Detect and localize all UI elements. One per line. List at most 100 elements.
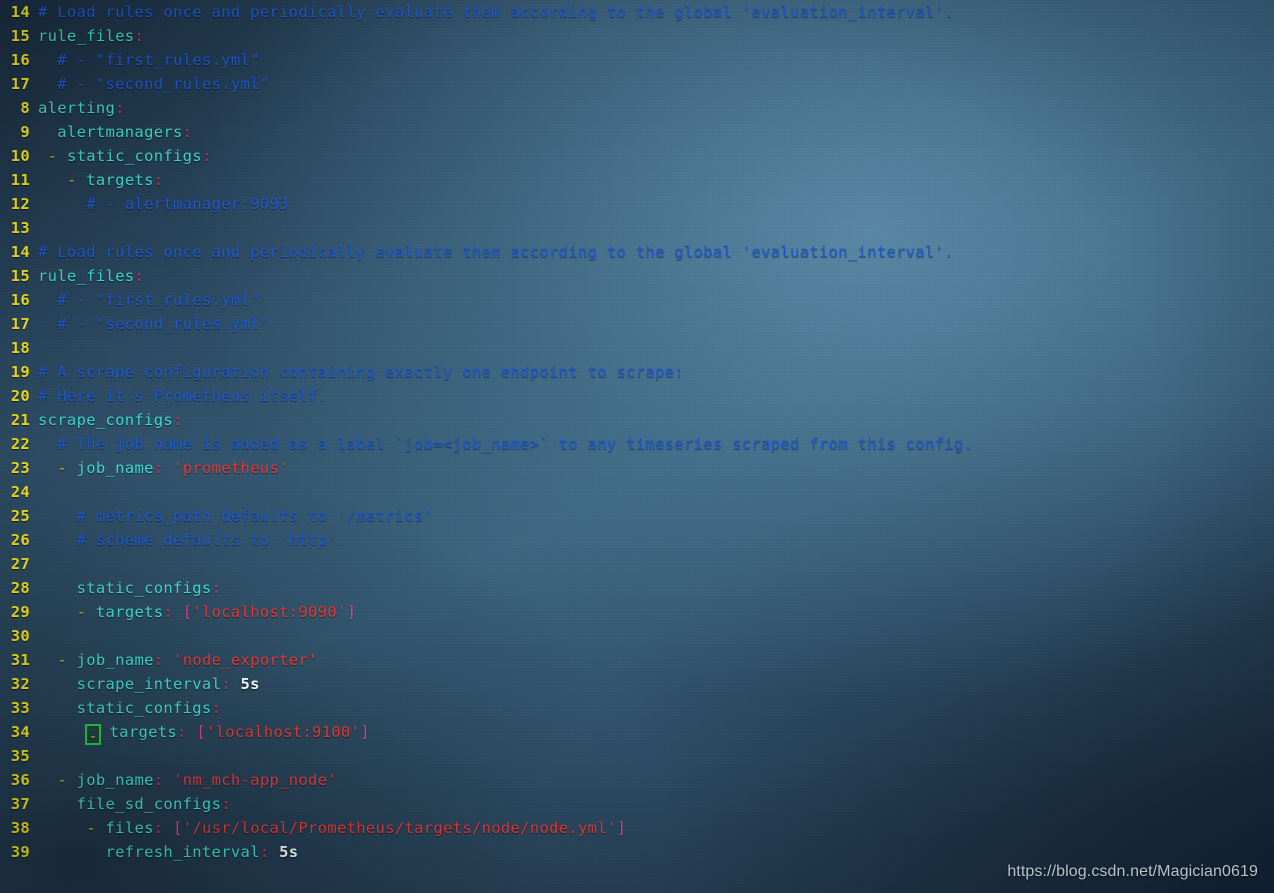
code-line[interactable]: 27: [0, 552, 1274, 576]
code-line-content: # - "second_rules.yml": [30, 75, 269, 93]
code-line-content: file_sd_configs:: [30, 795, 231, 813]
token-colon: :: [153, 171, 164, 189]
code-line[interactable]: 32 scrape_interval: 5s: [0, 672, 1274, 696]
code-line[interactable]: 8 alerting:: [0, 96, 1274, 120]
token-comment: # metrics_path defaults to '/metrics': [76, 507, 434, 525]
token-comment: # A scrape configuration containing exac…: [38, 363, 684, 381]
token-string: 'node_exporter': [173, 651, 318, 669]
code-line[interactable]: 23 - job_name: 'prometheus': [0, 456, 1274, 480]
line-number: 28: [10, 579, 30, 597]
code-line[interactable]: 20 # Here it's Prometheus itself.: [0, 384, 1274, 408]
code-line[interactable]: 16 # - "first_rules.yml": [0, 288, 1274, 312]
line-number: 9: [10, 123, 30, 141]
line-number: 22: [10, 435, 30, 453]
code-line-content: # - "first_rules.yml": [30, 51, 260, 69]
line-number: 21: [10, 411, 30, 429]
code-line[interactable]: 28 static_configs:: [0, 576, 1274, 600]
code-line[interactable]: 33 static_configs:: [0, 696, 1274, 720]
code-line-content: - job_name: 'node_exporter': [30, 651, 318, 669]
code-line[interactable]: 13: [0, 216, 1274, 240]
code-line[interactable]: 15 rule_files:: [0, 24, 1274, 48]
token-dash: -: [57, 459, 67, 477]
line-number: 15: [10, 27, 30, 45]
code-line[interactable]: 14 # Load rules once and periodically eva…: [0, 240, 1274, 264]
code-line-content: # - "first_rules.yml": [30, 291, 260, 309]
code-line[interactable]: 38 - files: ['/usr/local/Prometheus/targ…: [0, 816, 1274, 840]
code-line-content: - targets: ['localhost:9100']: [30, 723, 370, 745]
line-number: 38: [10, 819, 30, 837]
line-number: 24: [10, 483, 30, 501]
code-line[interactable]: 30: [0, 624, 1274, 648]
code-line[interactable]: 9 alertmanagers:: [0, 120, 1274, 144]
line-number: 35: [10, 747, 30, 765]
block-cursor[interactable]: -: [85, 724, 101, 745]
code-line[interactable]: 16 # - "first_rules.yml": [0, 48, 1274, 72]
code-line-content: [30, 483, 38, 501]
token-key: static_configs: [76, 699, 212, 717]
code-line[interactable]: 19 # A scrape configuration containing ex…: [0, 360, 1274, 384]
code-line-content: # - "second_rules.yml": [30, 315, 269, 333]
code-line[interactable]: 15 rule_files:: [0, 264, 1274, 288]
code-line[interactable]: 14 # Load rules once and periodically eva…: [0, 0, 1274, 24]
code-line[interactable]: 35: [0, 744, 1274, 768]
token-comment: # - alertmanager:9093: [86, 195, 289, 213]
code-line[interactable]: 25 # metrics_path defaults to '/metrics': [0, 504, 1274, 528]
code-line[interactable]: 17 # - "second_rules.yml": [0, 312, 1274, 336]
token-dash: -: [86, 819, 96, 837]
code-line-content: # Load rules once and periodically evalu…: [30, 243, 954, 261]
token-dash: -: [57, 651, 67, 669]
line-number: 32: [10, 675, 30, 693]
code-line-content: - targets:: [30, 171, 163, 189]
code-line[interactable]: 18: [0, 336, 1274, 360]
token-colon: :: [153, 819, 164, 837]
line-number: 36: [10, 771, 30, 789]
token-colon: :: [163, 603, 174, 621]
line-number: 37: [10, 795, 30, 813]
token-key: job_name: [76, 459, 154, 477]
line-number: 14: [10, 3, 30, 21]
line-number: 8: [10, 99, 30, 117]
token-bracket: [: [173, 819, 183, 837]
code-line[interactable]: 34 - targets: ['localhost:9100']: [0, 720, 1274, 745]
code-line[interactable]: 31 - job_name: 'node_exporter': [0, 648, 1274, 672]
code-line[interactable]: 17 # - "second_rules.yml": [0, 72, 1274, 96]
code-line[interactable]: 26 # scheme defaults to 'http'.: [0, 528, 1274, 552]
code-line[interactable]: 11 - targets:: [0, 168, 1274, 192]
code-line[interactable]: 22 # The job name is added as a label `j…: [0, 432, 1274, 456]
code-line[interactable]: 39 refresh_interval: 5s: [0, 840, 1274, 864]
line-number: 13: [10, 219, 30, 237]
code-line[interactable]: 37 file_sd_configs:: [0, 792, 1274, 816]
code-line[interactable]: 21 scrape_configs:: [0, 408, 1274, 432]
code-line-content: scrape_interval: 5s: [30, 675, 260, 693]
token-dash: -: [47, 147, 58, 165]
code-line[interactable]: 24: [0, 480, 1274, 504]
line-number: 14: [10, 243, 30, 261]
code-line[interactable]: 10 - static_configs:: [0, 144, 1274, 168]
terminal-window[interactable]: 14 # Load rules once and periodically eva…: [0, 0, 1274, 893]
code-line-content: refresh_interval: 5s: [30, 843, 299, 861]
token-colon: :: [173, 411, 183, 429]
code-line[interactable]: 36 - job_name: 'nm_mch-app_node': [0, 768, 1274, 792]
token-bracket: [: [196, 723, 206, 741]
code-line[interactable]: 29 - targets: ['localhost:9090']: [0, 600, 1274, 624]
code-line-content: - files: ['/usr/local/Prometheus/targets…: [30, 819, 626, 837]
line-number: 19: [10, 363, 30, 381]
vim-text-buffer[interactable]: 14 # Load rules once and periodically eva…: [0, 0, 1274, 864]
code-line[interactable]: 12 # - alertmanager:9093: [0, 192, 1274, 216]
code-line-content: static_configs:: [30, 699, 221, 717]
